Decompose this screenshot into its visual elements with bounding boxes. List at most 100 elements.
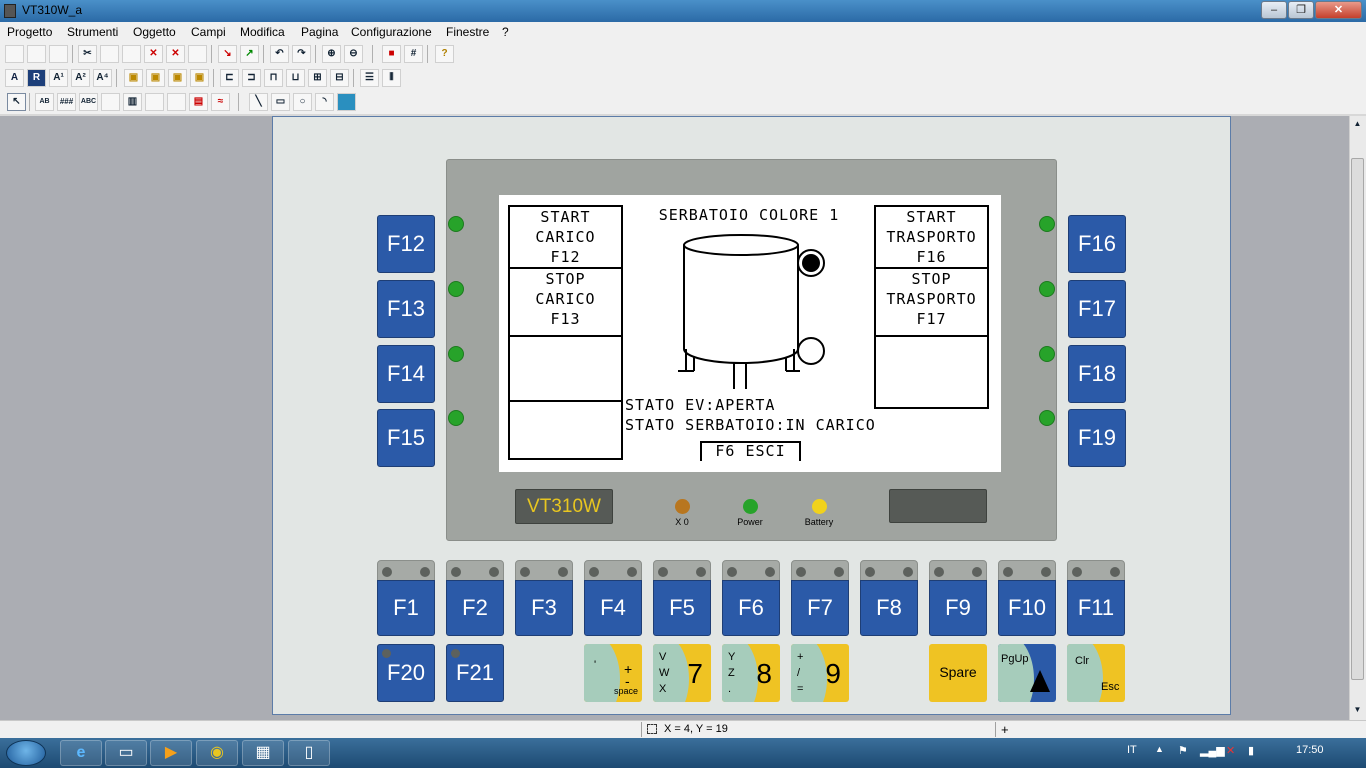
field-ab-icon[interactable]: AB — [35, 93, 54, 111]
key-f13[interactable]: F13 — [377, 280, 435, 338]
backward-icon[interactable]: ▣ — [190, 69, 209, 87]
rectangle-icon[interactable]: ▭ — [271, 93, 290, 111]
bargraph-icon[interactable]: ▥ — [123, 93, 142, 111]
align-center-icon[interactable]: ⊞ — [308, 69, 327, 87]
key-9[interactable]: + / = 9 — [791, 644, 849, 702]
new-project-icon[interactable] — [5, 45, 24, 63]
key-f18[interactable]: F18 — [1068, 345, 1126, 403]
field-message-icon[interactable] — [101, 93, 120, 111]
line-icon[interactable]: ╲ — [249, 93, 268, 111]
field-numeric-icon[interactable]: ### — [57, 93, 76, 111]
minimize-button[interactable]: – — [1261, 1, 1287, 19]
clock[interactable]: 17:50 — [1296, 744, 1324, 756]
lcd-btn-stop-carico-l2[interactable]: CARICO — [510, 289, 621, 309]
pointer-icon[interactable]: ↖ — [7, 93, 26, 111]
vt310w-app-icon[interactable]: ▯ — [288, 740, 330, 766]
duplicate-icon[interactable] — [188, 45, 207, 63]
font-size-1-icon[interactable]: A¹ — [49, 69, 68, 87]
key-f3[interactable]: F3 — [515, 560, 573, 636]
menu-modifica[interactable]: Modifica — [240, 25, 285, 39]
lcd-exit-button[interactable]: F6 ESCI — [702, 441, 799, 461]
align-bottom-icon[interactable]: ⊔ — [286, 69, 305, 87]
circle-icon[interactable]: ○ — [293, 93, 312, 111]
lcd-btn-start-carico-l1[interactable]: START — [510, 207, 621, 227]
key-f20[interactable]: F20 — [377, 644, 435, 702]
paste-icon[interactable] — [122, 45, 141, 63]
recipe-icon[interactable]: ▤ — [189, 93, 208, 111]
align-left-icon[interactable]: ⊏ — [220, 69, 239, 87]
battery-tray-icon[interactable]: ▮ — [1248, 744, 1254, 757]
print-icon[interactable] — [49, 45, 68, 63]
symbol-icon[interactable] — [145, 93, 164, 111]
key-pgup[interactable]: PgUp — [998, 644, 1056, 702]
align-middle-icon[interactable]: ⊟ — [330, 69, 349, 87]
menu-finestre[interactable]: Finestre — [446, 25, 489, 39]
grid-icon[interactable]: # — [404, 45, 423, 63]
font-size-4-icon[interactable]: A⁴ — [93, 69, 112, 87]
key-f17[interactable]: F17 — [1068, 280, 1126, 338]
lcd-btn-stop-carico-l1[interactable]: STOP — [510, 269, 621, 289]
cut-icon[interactable]: ✂ — [78, 45, 97, 63]
delete-icon[interactable]: ✕ — [144, 45, 163, 63]
delete-all-icon[interactable]: ✕ — [166, 45, 185, 63]
menu-help[interactable]: ? — [502, 25, 509, 39]
import-icon[interactable]: ↘ — [218, 45, 237, 63]
menu-progetto[interactable]: Progetto — [7, 25, 52, 39]
key-f7[interactable]: F7 — [791, 560, 849, 636]
menu-configurazione[interactable]: Configurazione — [351, 25, 432, 39]
arc-icon[interactable]: ◝ — [315, 93, 334, 111]
explorer-icon[interactable]: ▭ — [105, 740, 147, 766]
key-f21[interactable]: F21 — [446, 644, 504, 702]
undo-icon[interactable]: ↶ — [270, 45, 289, 63]
scroll-up-icon[interactable]: ▲ — [1350, 117, 1365, 132]
start-button[interactable] — [6, 740, 46, 766]
network-icon[interactable]: ▂▄▆ — [1200, 744, 1225, 757]
lcd-btn-start-trasporto-l2[interactable]: TRASPORTO — [876, 227, 987, 247]
lcd-btn-stop-trasporto-l2[interactable]: TRASPORTO — [876, 289, 987, 309]
menu-strumenti[interactable]: Strumenti — [67, 25, 118, 39]
lcd-btn-start-carico-l3[interactable]: F12 — [510, 247, 621, 267]
flag-icon[interactable]: ⚑ — [1178, 744, 1188, 757]
zoom-in-icon[interactable]: ⊕ — [322, 45, 341, 63]
key-f11[interactable]: F11 — [1067, 560, 1125, 636]
maximize-button[interactable]: ❐ — [1288, 1, 1314, 19]
bring-front-icon[interactable]: ▣ — [124, 69, 143, 87]
close-button[interactable]: ✕ — [1315, 1, 1362, 19]
key-f8[interactable]: F8 — [860, 560, 918, 636]
trend-icon[interactable]: ≈ — [211, 93, 230, 111]
copy-icon[interactable] — [100, 45, 119, 63]
dynamic-image-icon[interactable] — [167, 93, 186, 111]
ie-icon[interactable]: e — [60, 740, 102, 766]
key-spare[interactable]: Spare — [929, 644, 987, 702]
redo-icon[interactable]: ↷ — [292, 45, 311, 63]
key-f5[interactable]: F5 — [653, 560, 711, 636]
export-icon[interactable]: ↗ — [240, 45, 259, 63]
text-a-icon[interactable]: A — [5, 69, 24, 87]
key-f14[interactable]: F14 — [377, 345, 435, 403]
help-icon[interactable]: ? — [435, 45, 454, 63]
scroll-down-icon[interactable]: ▼ — [1350, 703, 1365, 718]
chrome-icon[interactable]: ◉ — [196, 740, 238, 766]
lcd-btn-stop-trasporto-l3[interactable]: F17 — [876, 309, 987, 329]
scrollbar-thumb[interactable] — [1351, 158, 1364, 680]
key-f12[interactable]: F12 — [377, 215, 435, 273]
key-clr-esc[interactable]: Clr Esc — [1067, 644, 1125, 702]
font-size-2-icon[interactable]: A² — [71, 69, 90, 87]
key-space[interactable]: ' + - space — [584, 644, 642, 702]
align-right-icon[interactable]: ⊐ — [242, 69, 261, 87]
text-r-icon[interactable]: R — [27, 69, 46, 87]
key-f15[interactable]: F15 — [377, 409, 435, 467]
tray-expand-icon[interactable]: ▲ — [1155, 744, 1164, 754]
lcd-btn-start-carico-l2[interactable]: CARICO — [510, 227, 621, 247]
field-text-icon[interactable]: ABC — [79, 93, 98, 111]
menu-oggetto[interactable]: Oggetto — [133, 25, 176, 39]
key-f16[interactable]: F16 — [1068, 215, 1126, 273]
key-f1[interactable]: F1 — [377, 560, 435, 636]
media-player-icon[interactable]: ▶ — [150, 740, 192, 766]
key-7[interactable]: V W X 7 — [653, 644, 711, 702]
designer-app-icon[interactable]: ▦ — [242, 740, 284, 766]
key-f6[interactable]: F6 — [722, 560, 780, 636]
lcd-btn-start-trasporto-l3[interactable]: F16 — [876, 247, 987, 267]
send-back-icon[interactable]: ▣ — [146, 69, 165, 87]
distribute-h-icon[interactable]: ⫴ — [382, 69, 401, 87]
